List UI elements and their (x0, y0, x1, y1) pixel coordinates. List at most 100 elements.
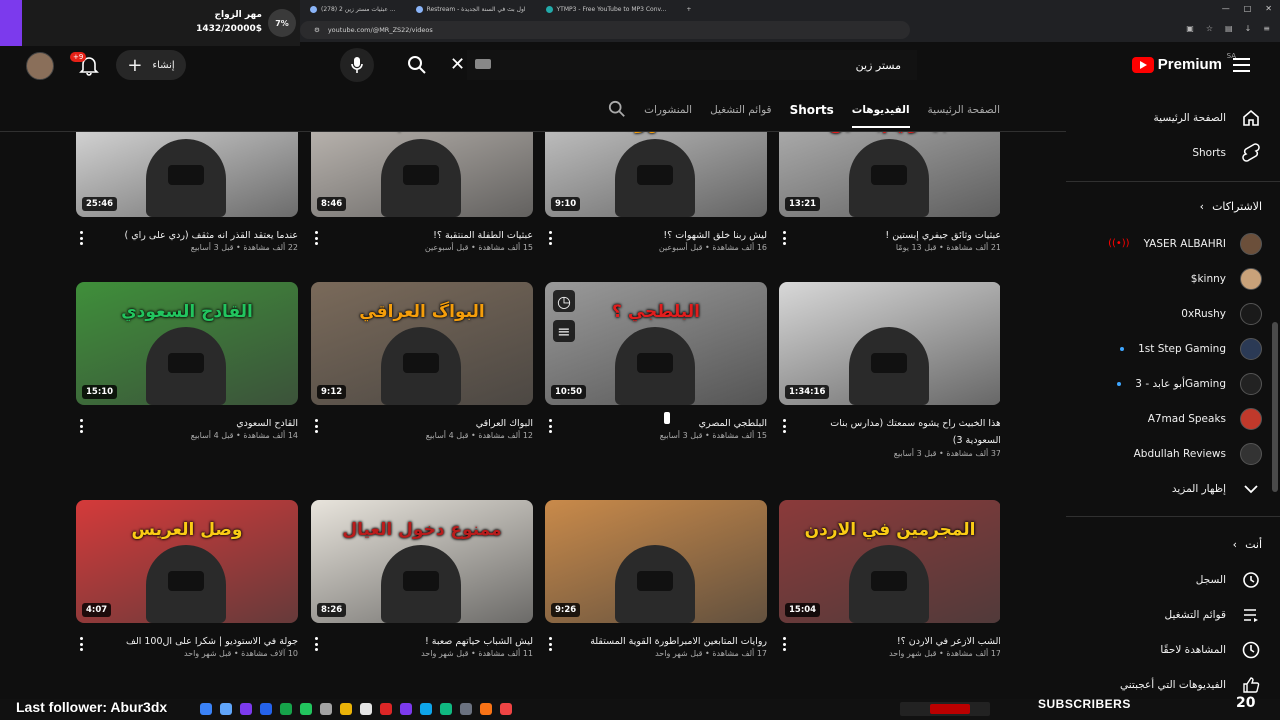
video-card[interactable]: البواگ العراقي 9:12 البواك العراقي 12 ألف م… (311, 282, 533, 469)
video-title[interactable]: عندما يعتقد القذر انه مثقف (ردي على راي … (92, 227, 299, 244)
video-thumbnail[interactable]: القادح السعودي 15:10 (76, 282, 298, 405)
more-options-icon[interactable] (783, 231, 787, 245)
app-icon[interactable] (240, 703, 252, 715)
tab-playlists[interactable]: قوائم التشغيل (710, 104, 771, 116)
video-thumbnail[interactable]: جيفري إبستين 13:21 (779, 132, 1000, 217)
search-button[interactable] (400, 48, 434, 82)
video-card[interactable]: ممنوع دخول العيال 8:26 ليش الشباب حياتهم ص… (311, 500, 533, 682)
app-icon[interactable] (460, 703, 472, 715)
sidebar-icon[interactable]: ▤ (1225, 24, 1233, 33)
app-icon[interactable] (320, 703, 332, 715)
app-icon[interactable] (300, 703, 312, 715)
watch-later-icon[interactable]: ◷ (553, 290, 575, 312)
video-card[interactable]: المجرمين في الاردن 15:04 الشب الازعر في ال… (779, 500, 1000, 682)
subscription-channel[interactable]: Abdullah Reviews (1066, 436, 1280, 471)
keyboard-icon[interactable] (475, 59, 491, 69)
menu-icon[interactable]: ≡ (1263, 24, 1270, 33)
more-options-icon[interactable] (783, 637, 787, 651)
app-icon[interactable] (400, 703, 412, 715)
show-more-button[interactable]: إظهار المزيد (1066, 471, 1280, 506)
video-title[interactable]: الشب الازعر في الاردن ؟! (795, 633, 1000, 650)
more-options-icon[interactable] (549, 637, 553, 651)
bookmark-icon[interactable]: ☆ (1206, 24, 1213, 33)
create-button[interactable]: + إنشاء (116, 50, 186, 80)
video-card[interactable]: البلطجي ؟ 10:50 ◷ ≡ البلطجي المصري 15 ألف مشا… (545, 282, 767, 469)
video-card[interactable]: 9:26 روايات المتابعين الامبراطورة القوية … (545, 500, 767, 682)
video-title[interactable]: هذا الخبيث راح يشوه سمعتك (مدارس بنات ال… (795, 415, 1000, 449)
video-thumbnail[interactable]: طفله منقبه ؟؟ 8:46 (311, 132, 533, 217)
more-options-icon[interactable] (80, 231, 84, 245)
sidebar-item-history[interactable]: السجل (1066, 562, 1280, 597)
new-tab-button[interactable]: + (676, 0, 701, 19)
scrollbar[interactable] (1272, 322, 1278, 492)
more-options-icon[interactable] (315, 637, 319, 651)
tab-home[interactable]: الصفحة الرئيسية (928, 104, 1000, 116)
minimize-icon[interactable]: — (1222, 4, 1230, 13)
more-options-icon[interactable] (549, 419, 553, 433)
clear-search-icon[interactable]: ✕ (450, 54, 465, 75)
app-icon[interactable] (200, 703, 212, 715)
search-input[interactable]: مستر زين (467, 50, 917, 80)
more-options-icon[interactable] (549, 231, 553, 245)
video-thumbnail[interactable]: 1:34:16 (779, 282, 1000, 405)
video-card[interactable]: 1:34:16 هذا الخبيث راح يشوه سمعتك (مدارس … (779, 282, 1000, 469)
video-title[interactable]: جولة في الاستوديو | شكرا على ال100 الف (92, 633, 298, 650)
app-icon[interactable] (260, 703, 272, 715)
video-card[interactable]: طفله منقبه ؟؟ 8:46 عبثيات الطفلة المنتقبة … (311, 132, 533, 281)
video-card[interactable]: وصل العريس 4:07 جولة في الاستوديو | شكرا ع… (76, 500, 298, 682)
you-header[interactable]: ‹ أنت (1233, 538, 1262, 551)
app-icon[interactable] (420, 703, 432, 715)
subscription-channel[interactable]: ((•)) YASER ALBAHRI (1066, 226, 1280, 261)
more-options-icon[interactable] (315, 419, 319, 433)
video-title[interactable]: ليش الشباب حياتهم صعبة ! (327, 633, 533, 650)
app-icon[interactable] (360, 703, 372, 715)
subscription-channel[interactable]: 0xRushy (1066, 296, 1280, 331)
sidebar-item-shorts[interactable]: Shorts (1066, 135, 1280, 170)
close-icon[interactable]: ✕ (1265, 4, 1272, 13)
app-icon[interactable] (440, 703, 452, 715)
sidebar-item-home[interactable]: الصفحة الرئيسية (1066, 100, 1280, 135)
video-thumbnail[interactable]: 25:46 (76, 132, 298, 217)
video-title[interactable]: روايات المتابعين الامبراطورة القوية المس… (561, 633, 767, 650)
video-card[interactable]: -الشهوه- 9:10 ليش ربنا خلق الشهوات ؟!16 أل… (545, 132, 767, 281)
video-thumbnail[interactable]: -الشهوه- 9:10 (545, 132, 767, 217)
voice-search-button[interactable] (340, 48, 374, 82)
app-icon[interactable] (220, 703, 232, 715)
maximize-icon[interactable]: □ (1244, 4, 1252, 13)
app-icon[interactable] (340, 703, 352, 715)
download-icon[interactable]: ↓ (1245, 24, 1252, 33)
subscription-channel[interactable]: $kinny (1066, 261, 1280, 296)
tab-videos[interactable]: الفيديوهات (851, 92, 910, 128)
account-avatar[interactable] (26, 52, 54, 80)
video-thumbnail[interactable]: البواگ العراقي 9:12 (311, 282, 533, 405)
subscription-channel[interactable]: 1st Step Gaming (1066, 331, 1280, 366)
more-options-icon[interactable] (315, 231, 319, 245)
video-thumbnail[interactable]: البلطجي ؟ 10:50 ◷ ≡ (545, 282, 767, 405)
address-bar[interactable]: ⚙ youtube.com/@MR_ZS22/videos (300, 21, 910, 39)
video-card[interactable]: جيفري إبستين 13:21 عبثيات وثائق جيفري إبست… (779, 132, 1000, 281)
video-card[interactable]: 25:46 عندما يعتقد القذر انه مثقف (ردي على… (76, 132, 298, 281)
site-info-icon[interactable]: ⚙ (314, 26, 320, 34)
youtube-logo[interactable]: Premium SA (1131, 52, 1236, 73)
video-thumbnail[interactable]: ممنوع دخول العيال 8:26 (311, 500, 533, 623)
subscription-channel[interactable]: A7mad Speaks (1066, 401, 1280, 436)
video-title[interactable]: عبثيات الطفلة المنتقبة ؟! (327, 227, 533, 244)
more-options-icon[interactable] (80, 637, 84, 651)
extension-icon[interactable]: ▣ (1186, 24, 1194, 33)
browser-tab[interactable]: Restream - اول بث في السنة الجديدة (406, 0, 536, 19)
more-options-icon[interactable] (80, 419, 84, 433)
video-card[interactable]: القادح السعودي 15:10 القادح السعودي 14 ألف … (76, 282, 298, 469)
app-icon[interactable] (280, 703, 292, 715)
add-to-queue-icon[interactable]: ≡ (553, 320, 575, 342)
video-thumbnail[interactable]: وصل العريس 4:07 (76, 500, 298, 623)
app-icon[interactable] (500, 703, 512, 715)
channel-search-button[interactable] (608, 100, 626, 121)
video-title[interactable]: ليش ربنا خلق الشهوات ؟! (561, 227, 767, 244)
video-title[interactable]: عبثيات وثائق جيفري إبستين ! (795, 227, 1000, 244)
hamburger-menu-icon[interactable] (1233, 58, 1250, 72)
tab-shorts[interactable]: Shorts (790, 103, 834, 117)
sidebar-item-watch-later[interactable]: المشاهدة لاحقًا (1066, 632, 1280, 667)
tab-posts[interactable]: المنشورات (644, 104, 692, 116)
subscriptions-header[interactable]: ‹ الاشتراكات (1200, 200, 1262, 213)
app-icon[interactable] (380, 703, 392, 715)
